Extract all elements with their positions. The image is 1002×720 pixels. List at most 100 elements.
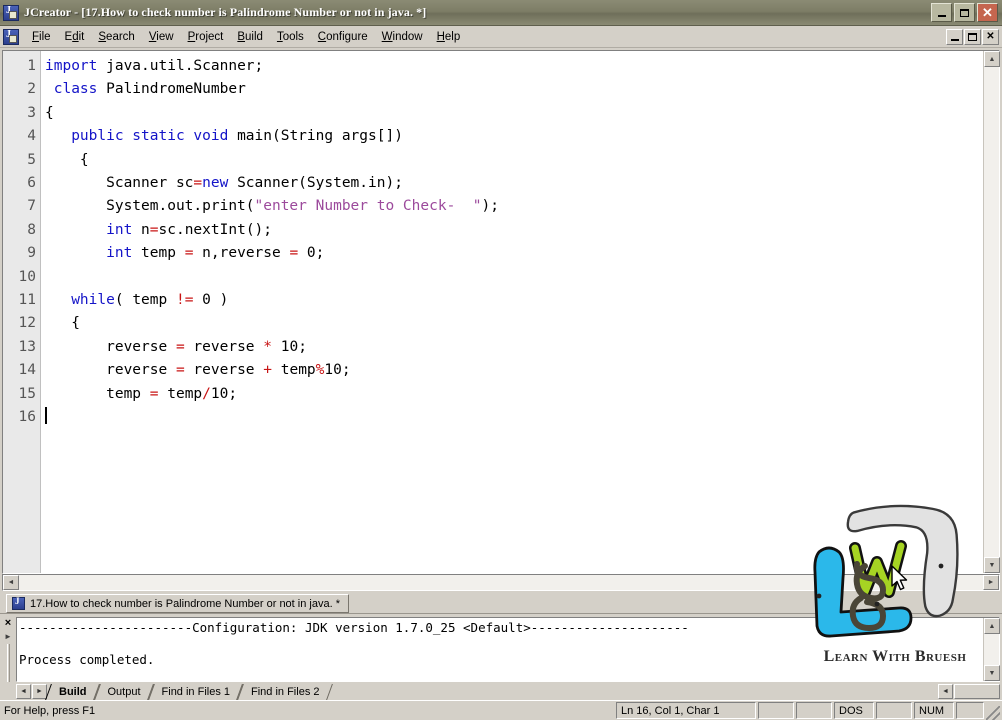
editor-vscroll-track[interactable]	[984, 67, 999, 557]
code-token-kw: new	[202, 175, 229, 192]
menu-item-build[interactable]: Build	[230, 28, 270, 46]
code-token-plain: java.util.Scanner;	[97, 58, 264, 74]
code-token-plain: 10;	[210, 385, 238, 402]
menu-item-window[interactable]: Window	[375, 28, 430, 46]
menu-item-search[interactable]: Search	[91, 28, 141, 46]
menu-item-edit[interactable]: Edit	[58, 28, 92, 46]
code-text-area[interactable]: import java.util.Scanner; class Palindro…	[41, 51, 983, 573]
editor-area: 1 2 3 4 5 6 7 8 9 10 11 12 13 14 15 16 import java.util…	[0, 48, 1002, 592]
code-line-4: public static void main(String args[])	[45, 125, 983, 148]
code-line-1: import java.util.Scanner;	[45, 55, 983, 78]
output-close-button[interactable]: ×	[5, 618, 11, 629]
code-line-16	[45, 406, 983, 429]
code-token-kw: while	[71, 292, 115, 309]
scroll-left-button[interactable]: ◄	[3, 575, 19, 590]
jcreator-window: JCreator - [17.How to check number is Pa…	[0, 0, 1002, 720]
output-pane-sidebar: × ►	[0, 617, 16, 700]
output-console-text[interactable]: -----------------------Configuration: JD…	[17, 618, 983, 681]
line-number-10: 10	[18, 268, 36, 285]
status-caret-position: Ln 16, Col 1, Char 1	[616, 702, 756, 719]
menu-item-help[interactable]: Help	[430, 28, 468, 46]
scroll-down-button[interactable]: ▼	[984, 557, 1000, 573]
output-pane: × ► -----------------------Configuration…	[0, 614, 1002, 700]
output-tab-output[interactable]: Output	[97, 684, 151, 700]
menu-item-tools[interactable]: Tools	[270, 28, 311, 46]
code-token-op: =	[175, 362, 185, 379]
menu-label-edit: it	[78, 30, 85, 43]
scroll-right-button[interactable]: ►	[983, 575, 999, 590]
code-token-plain: {	[45, 151, 89, 168]
code-token-plain: 10;	[272, 338, 307, 355]
line-number-7: 7	[27, 198, 36, 215]
output-tab-find-in-files-2[interactable]: Find in Files 2	[240, 684, 329, 700]
line-number-5: 5	[27, 151, 36, 168]
document-tab-strip: 17.How to check number is Palindrome Num…	[0, 592, 1002, 614]
code-token-kw: int	[106, 245, 133, 262]
line-number-6: 6	[27, 175, 36, 192]
menu-label-window: indow	[392, 30, 423, 43]
code-token-plain: 10;	[324, 362, 351, 379]
status-line-ending: DOS	[834, 702, 874, 719]
resize-grip[interactable]	[986, 706, 1000, 720]
window-controls: ✕	[931, 3, 1000, 22]
output-tabs-scroll-left-button[interactable]: ◄	[938, 684, 953, 699]
line-number-3: 3	[27, 104, 36, 121]
code-line-6: Scanner sc=new Scanner(System.in);	[45, 172, 983, 195]
code-line-11: while( temp != 0 )	[45, 289, 983, 312]
editor-vertical-scrollbar[interactable]: ▲ ▼	[983, 51, 1000, 573]
mdi-minimize-button[interactable]	[946, 28, 963, 45]
output-scroll-down-button[interactable]: ▼	[984, 665, 1000, 681]
code-token-plain: {	[45, 104, 54, 121]
menu-item-view[interactable]: View	[142, 28, 181, 46]
code-token-plain: Scanner(System.in);	[228, 175, 403, 192]
code-token-plain: reverse	[184, 362, 264, 379]
output-tabs-next-button[interactable]: ►	[32, 684, 47, 699]
code-token-plain: reverse	[45, 338, 176, 355]
menu-item-file[interactable]: File	[25, 28, 58, 46]
code-token-op: *	[263, 338, 272, 355]
menu-item-configure[interactable]: Configure	[311, 28, 375, 46]
output-tab-build[interactable]: Build	[48, 684, 97, 700]
status-cell-blank-2	[796, 702, 832, 719]
menu-label-tools: ools	[282, 30, 304, 43]
document-tab-palindrome[interactable]: 17.How to check number is Palindrome Num…	[6, 594, 349, 613]
scroll-up-button[interactable]: ▲	[984, 51, 1000, 67]
code-line-7: System.out.print("enter Number to Check-…	[45, 195, 983, 218]
code-line-9: int temp = n,reverse = 0;	[45, 242, 983, 265]
maximize-button[interactable]	[954, 3, 975, 22]
editor-horizontal-scrollbar[interactable]: ◄ ►	[2, 574, 1000, 591]
status-cell-blank-4	[956, 702, 984, 719]
mdi-close-button[interactable]: ✕	[982, 28, 999, 45]
minimize-button[interactable]	[931, 3, 952, 22]
menu-label-search: earch	[106, 30, 135, 43]
code-token-op: =	[175, 338, 185, 355]
code-token-op: /	[202, 385, 211, 402]
line-number-1: 1	[27, 58, 36, 74]
output-vscroll-track[interactable]	[984, 634, 999, 665]
output-resize-grip[interactable]	[6, 644, 10, 682]
output-vertical-scrollbar[interactable]: ▲ ▼	[983, 618, 1000, 681]
mdi-restore-button[interactable]	[964, 28, 981, 45]
editor-frame: 1 2 3 4 5 6 7 8 9 10 11 12 13 14 15 16 import java.util…	[2, 50, 1000, 574]
code-token-plain: reverse	[45, 362, 176, 379]
mdi-close-icon: ✕	[986, 30, 995, 42]
menu-label-help: elp	[444, 30, 461, 43]
output-tabs-prev-button[interactable]: ◄	[16, 684, 31, 699]
code-token-plain: 0;	[298, 245, 325, 262]
menu-item-project[interactable]: Project	[181, 28, 231, 46]
editor-hscroll-track[interactable]	[19, 575, 983, 590]
output-tab-find-in-files-1[interactable]: Find in Files 1	[151, 684, 240, 700]
output-expand-icon[interactable]: ►	[4, 632, 12, 641]
code-token-plain: reverse	[184, 338, 264, 355]
output-scroll-up-button[interactable]: ▲	[984, 618, 1000, 634]
title-bar: JCreator - [17.How to check number is Pa…	[0, 0, 1002, 26]
close-button[interactable]: ✕	[977, 3, 998, 22]
output-tabs-overflow-area[interactable]	[954, 684, 1000, 699]
line-number-2: 2	[27, 81, 36, 98]
code-token-plain: Scanner sc	[45, 175, 194, 192]
code-token-plain: temp	[132, 245, 185, 262]
